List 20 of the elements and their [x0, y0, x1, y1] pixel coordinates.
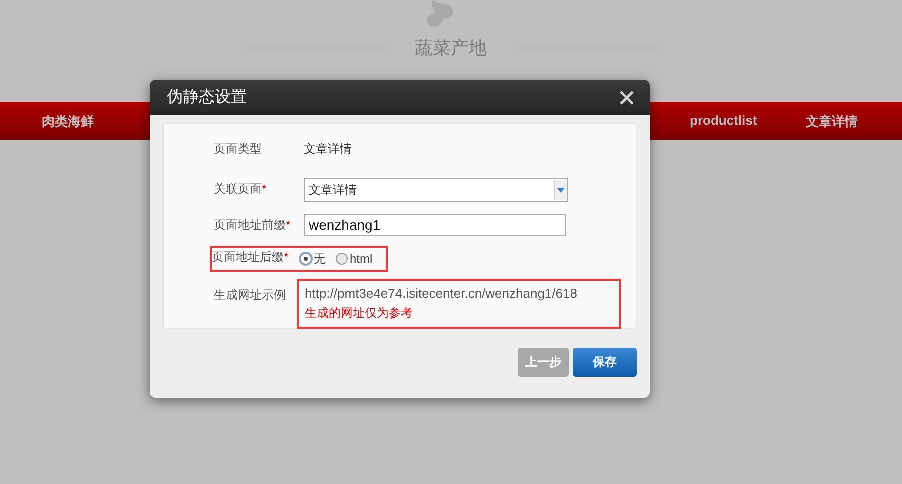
nav-link[interactable]: 肉类海鲜 — [42, 113, 94, 131]
nav-link[interactable]: productlist — [690, 113, 758, 128]
category-title: 蔬菜产地 — [415, 37, 487, 60]
close-icon[interactable] — [620, 90, 634, 104]
radio-option[interactable]: html — [336, 252, 373, 266]
field-label: 页面地址前缀* — [214, 217, 292, 234]
url-example: http://pmt3e4e74.isitecenter.cn/wenzhang1/618 — [305, 286, 578, 301]
field-label: 关联页面* — [214, 181, 268, 198]
field-value: 文章详情 — [304, 141, 352, 158]
save-button[interactable]: 保存 — [573, 348, 637, 377]
url-note: 生成的网址仅为参考 — [305, 305, 414, 322]
nav-link[interactable]: 文章详情 — [806, 113, 858, 131]
prefix-input[interactable]: wenzhang1 — [304, 214, 566, 236]
page-select[interactable]: 文章详情 — [304, 178, 568, 202]
field-label: 生成网址示例 — [214, 287, 287, 304]
dropdown-arrow-icon[interactable] — [557, 188, 565, 192]
field-label: 页面类型 — [214, 141, 263, 158]
dialog-title: 伪静态设置 — [167, 88, 247, 108]
radio-option[interactable]: 无 — [300, 250, 326, 268]
field-label: 页面地址后缀* — [212, 249, 290, 266]
